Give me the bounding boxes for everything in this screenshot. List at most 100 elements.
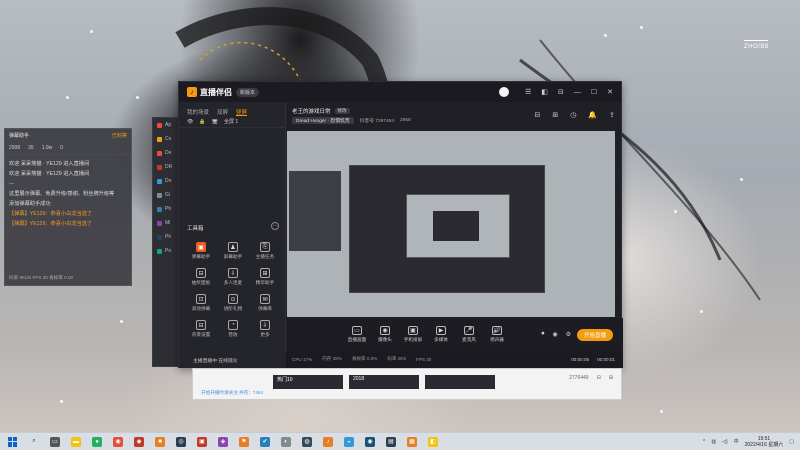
room-title[interactable]: 老王的游戏日常 [292,107,331,115]
network-icon[interactable]: ▥ [711,439,716,445]
layout-icon[interactable]: ⊞ [552,111,558,119]
app-icon[interactable]: ◆ [134,436,144,447]
tab-portrait[interactable]: 竖屏 [236,108,248,116]
version-badge[interactable]: 新版本 [236,87,260,97]
app-icon[interactable]: ⚑ [239,436,249,447]
live-companion-taskbar-icon[interactable]: ♪ [323,436,333,447]
app-icon[interactable]: ▦ [407,436,417,447]
live-companion-window[interactable]: ♪ 直播伴侣 新版本 ☰ ◧ ⊟ — ☐ ✕ 我的场景 双屏 竖屏 👁 🔒 🖥 … [178,81,623,368]
steam-icon[interactable]: ◉ [365,436,375,447]
app-icon[interactable]: ■ [155,436,165,447]
snowflake [120,320,123,323]
app-icon[interactable]: ◍ [302,436,312,447]
lottery-icon: ⊟ [196,268,206,278]
tool-danmu-helper[interactable]: ▣ 弹幕助手 [185,242,217,260]
grid-icon[interactable]: ⊟ [597,375,601,381]
app-icon[interactable]: ▣ [197,436,207,447]
menu-icon[interactable]: ☰ [525,88,531,96]
volume-icon[interactable]: ◁) [722,439,728,445]
app-icon[interactable]: ● [92,436,102,447]
app-icon[interactable]: ◈ [218,436,228,447]
microphone-button[interactable]: 🎤 麦克风 [458,325,480,343]
tool-more[interactable]: ⇩ 更多 [249,320,281,338]
search-icon[interactable]: ⌕ [29,437,39,447]
input-language[interactable]: 中 [734,438,739,445]
start-live-button[interactable]: 开始直播 [577,329,613,341]
app-icon[interactable]: ▤ [386,436,396,447]
danmu-stats: 2998 35 1.9w 0 [5,141,131,155]
system-clock[interactable]: 19:51 2022/4/16 星期六 [745,436,784,448]
tool-highlights[interactable]: ⊞ 精华助手 [249,268,281,286]
tool-background[interactable]: ⊟ 背景设置 [185,320,217,338]
title-bar[interactable]: ♪ 直播伴侣 新版本 ☰ ◧ ⊟ — ☐ ✕ [179,82,621,102]
browser-footer-link[interactable]: 开始开播时请关注 共有：7484 [201,390,263,396]
danmu-header: 弹幕助手 已封禁 [5,129,131,141]
start-button[interactable] [8,436,18,447]
live-preview[interactable] [287,131,615,317]
tool-scroll-danmu[interactable]: ⊡ 滚动弹幕 [185,294,217,312]
app-icon[interactable]: ✔ [260,436,270,447]
app-name: 直播伴侣 [200,87,232,97]
source-camera-button[interactable]: ◉ 摄像头 [374,325,396,343]
minimize-button[interactable]: — [574,89,581,96]
tab-dual-screen[interactable]: 双屏 [217,108,228,116]
close-button[interactable]: ✕ [607,88,613,96]
app-icon[interactable]: ◎ [176,436,186,447]
toolbox-more-icon[interactable]: ··· [271,222,279,230]
source-phone-button[interactable]: ▣ 手机投屏 [402,325,424,343]
browser-icon[interactable]: ◉ [113,436,123,447]
source-media-button[interactable]: ▶ 多媒体 [430,325,452,343]
lock-icon[interactable]: 🔒 [199,119,205,125]
eye-icon[interactable]: ◉ [552,331,557,338]
record-icon[interactable]: ⏺ [541,331,544,338]
maximize-button[interactable]: ☐ [591,88,597,96]
snowflake [674,210,677,213]
tool-danmu-library[interactable]: ✉ 弹幕库 [249,294,281,312]
logo-icon: ♪ [187,87,197,97]
task-icon: ⎘ [260,242,270,252]
video-thumbnail[interactable] [425,375,495,389]
tool-screen-helper[interactable]: ♟ 屏幕助手 [217,242,249,260]
game-category[interactable]: Dread Hunger · 恐惧饥荒 [292,117,354,124]
share-icon[interactable]: ⇪ [609,111,615,119]
mail-icon: ✉ [260,294,270,304]
user-avatar[interactable] [499,87,510,97]
system-tray: ^ ▥ ◁) 中 19:51 2022/4/16 星期六 ▢ [703,436,794,448]
media-icon: ▶ [436,325,446,335]
browser-window-strip[interactable]: 热门10 2018 开始开播时请关注 共有：7484 2776449 ⊟ ⊞ [192,368,622,400]
tray-arrow-icon[interactable]: ^ [703,439,705,445]
source-screen-button[interactable]: ▭ 直播画面 [346,325,368,343]
scene-panel: 我的场景 双屏 竖屏 👁 🔒 🖥 全屏 1 ▣ 弹幕助手 ♟ 屏幕助手 ⎘ 主播任务 … [179,102,286,352]
history-icon[interactable]: ◷ [570,111,576,119]
tool-tasks[interactable]: ⎘ 主播任务 [249,242,281,260]
app-logo: ♪ 直播伴侣 [187,87,232,98]
visibility-icon[interactable]: 👁 [187,119,193,125]
file-explorer-icon[interactable]: ▬ [71,436,81,447]
app-icon[interactable]: ◐ [281,436,291,447]
tab-my-scenes[interactable]: 我的场景 [187,108,209,116]
tool-gifts[interactable]: ⊙ 进阶礼物 [217,294,249,312]
tool-multi-mic[interactable]: ⇩ 多人连麦 [217,268,249,286]
screenshot-icon[interactable]: ⊟ [535,111,541,119]
app-icon [157,136,162,142]
watermark-line [744,40,768,41]
layout-icon[interactable]: ⊟ [558,88,564,96]
danmu-status[interactable]: 已封禁 [112,132,127,139]
desktop-watermark: ZHO/B8 [744,44,769,50]
task-view-icon[interactable]: ▭ [50,436,60,447]
danmu-helper-window[interactable]: 弹幕助手 已封禁 2998 35 1.9w 0 欢迎 呆呆熊猫 · YE129 … [4,128,132,286]
edit-title-button[interactable]: 修改 [334,108,350,114]
skin-icon[interactable]: ◧ [541,88,548,96]
expand-icon[interactable]: ⊞ [609,375,613,381]
app-icon[interactable]: ◧ [428,436,438,447]
tool-lottery[interactable]: ⊟ 抽奖面板 [185,268,217,286]
tool-revenue[interactable]: ◔ 营收 [217,320,249,338]
scene-item[interactable]: 👁 🔒 🖥 全屏 1 [179,116,285,128]
bell-icon[interactable]: 🔔 [588,111,597,119]
notification-icon[interactable]: ▢ [789,439,794,445]
app-icon[interactable]: ◒ [344,436,354,447]
speaker-button[interactable]: 🔊 扬声器 [486,325,508,343]
fans-count: 2958 [400,118,411,123]
app-icon [157,234,162,240]
settings-icon[interactable]: ⚙ [566,331,571,338]
